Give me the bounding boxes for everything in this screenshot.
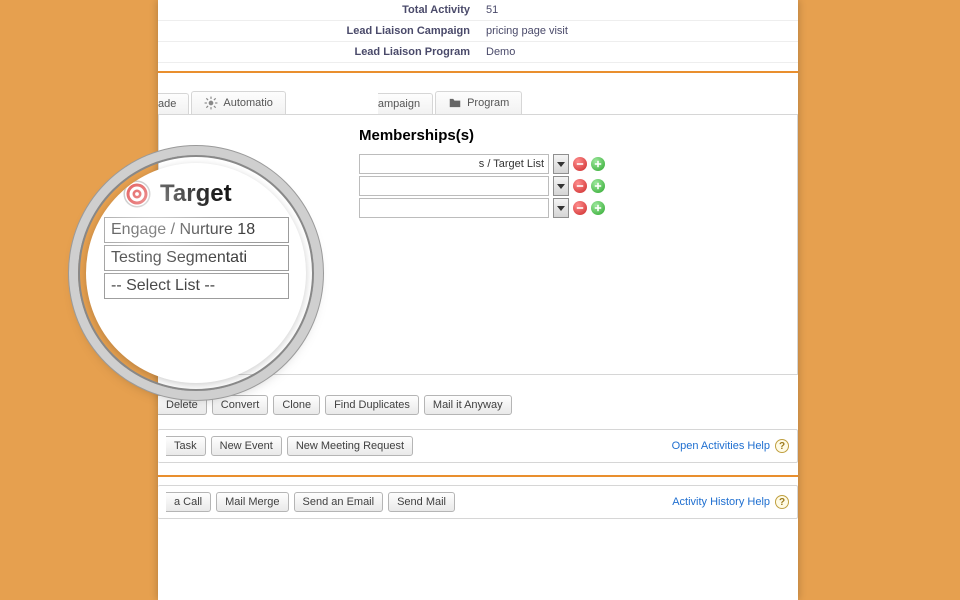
help-link-text: Activity History Help <box>672 496 770 508</box>
activity-history-help-link[interactable]: Activity History Help ? <box>672 495 789 509</box>
info-value: 51 <box>478 0 798 21</box>
memberships-heading-text: Memberships(s) <box>359 127 474 144</box>
tab-label: Program <box>467 97 509 109</box>
info-row: Lead Liaison Program Demo <box>158 42 798 63</box>
magnifier-list: Engage / Nurture 18 Testing Segmentati -… <box>104 217 300 299</box>
magnifier-option-text: Testing Segmentati <box>111 249 247 267</box>
activity-history-buttons: a Call Mail Merge Send an Email Send Mai… <box>166 492 455 512</box>
info-label: Lead Liaison Program <box>158 42 478 63</box>
activity-history-section: a Call Mail Merge Send an Email Send Mai… <box>158 485 798 519</box>
target-icon <box>122 179 152 209</box>
tab-row: ade Automatio ampaign Program <box>158 87 798 115</box>
mail-merge-button[interactable]: Mail Merge <box>216 492 288 512</box>
mail-it-anyway-button[interactable]: Mail it Anyway <box>424 395 512 415</box>
tab-program[interactable]: Program <box>435 91 522 114</box>
info-value: Demo <box>478 42 798 63</box>
record-actions: Delete Convert Clone Find Duplicates Mai… <box>158 395 798 415</box>
tab-automation[interactable]: Automatio <box>191 91 286 114</box>
divider <box>158 475 798 477</box>
membership-row <box>359 198 787 218</box>
folder-icon <box>448 96 462 110</box>
tab-campaign[interactable]: ampaign <box>378 93 433 114</box>
chevron-down-icon <box>557 162 565 167</box>
dropdown-button[interactable] <box>553 198 569 218</box>
chevron-down-icon <box>557 184 565 189</box>
magnifier-option-text: -- Select List -- <box>111 277 215 295</box>
membership-row <box>359 176 787 196</box>
add-row-button[interactable] <box>591 201 605 215</box>
magnifier-overlay: Target Engage / Nurture 18 Testing Segme… <box>86 163 306 383</box>
list-select[interactable] <box>359 176 549 196</box>
add-row-button[interactable] <box>591 157 605 171</box>
open-activities-buttons: Task New Event New Meeting Request <box>166 436 413 456</box>
help-icon: ? <box>775 439 789 453</box>
find-duplicates-button[interactable]: Find Duplicates <box>325 395 419 415</box>
memberships-heading: Memberships(s) <box>359 127 787 144</box>
open-activities-help-link[interactable]: Open Activities Help ? <box>672 439 789 453</box>
task-button[interactable]: Task <box>166 436 206 456</box>
magnifier-select[interactable]: -- Select List -- <box>104 273 289 299</box>
remove-row-button[interactable] <box>573 179 587 193</box>
info-label: Lead Liaison Campaign <box>158 21 478 42</box>
magnifier-lens: Target Engage / Nurture 18 Testing Segme… <box>86 163 306 383</box>
tab-label: ampaign <box>378 98 420 110</box>
delete-button[interactable]: Delete <box>158 395 207 415</box>
help-link-text: Open Activities Help <box>672 440 770 452</box>
send-an-email-button[interactable]: Send an Email <box>294 492 384 512</box>
log-a-call-button[interactable]: a Call <box>166 492 211 512</box>
dropdown-button[interactable] <box>553 176 569 196</box>
info-row: Lead Liaison Campaign pricing page visit <box>158 21 798 42</box>
lead-info-table: Total Activity 51 Lead Liaison Campaign … <box>158 0 798 63</box>
membership-rows: s / Target List <box>359 154 787 218</box>
magnifier-title: Target <box>160 180 232 208</box>
clone-button[interactable]: Clone <box>273 395 320 415</box>
remove-row-button[interactable] <box>573 201 587 215</box>
remove-row-button[interactable] <box>573 157 587 171</box>
membership-row: s / Target List <box>359 154 787 174</box>
new-meeting-request-button[interactable]: New Meeting Request <box>287 436 413 456</box>
magnifier-heading: Target <box>122 179 300 209</box>
dropdown-button[interactable] <box>553 154 569 174</box>
info-label: Total Activity <box>158 0 478 21</box>
list-select[interactable] <box>359 198 549 218</box>
list-select-text: s / Target List <box>479 158 544 170</box>
open-activities-section: Task New Event New Meeting Request Open … <box>158 429 798 463</box>
tab-label: Automatio <box>223 97 273 109</box>
send-mail-button[interactable]: Send Mail <box>388 492 455 512</box>
help-icon: ? <box>775 495 789 509</box>
magnifier-select[interactable]: Testing Segmentati <box>104 245 289 271</box>
magnifier-option-text: Engage / Nurture 18 <box>111 221 255 239</box>
add-row-button[interactable] <box>591 179 605 193</box>
list-select[interactable]: s / Target List <box>359 154 549 174</box>
gear-icon <box>204 96 218 110</box>
convert-button[interactable]: Convert <box>212 395 269 415</box>
new-event-button[interactable]: New Event <box>211 436 282 456</box>
info-row: Total Activity 51 <box>158 0 798 21</box>
magnifier-select[interactable]: Engage / Nurture 18 <box>104 217 289 243</box>
chevron-down-icon <box>557 206 565 211</box>
divider <box>158 71 798 73</box>
tab-grade[interactable]: ade <box>158 93 189 114</box>
tab-label: ade <box>158 98 176 110</box>
info-value: pricing page visit <box>478 21 798 42</box>
